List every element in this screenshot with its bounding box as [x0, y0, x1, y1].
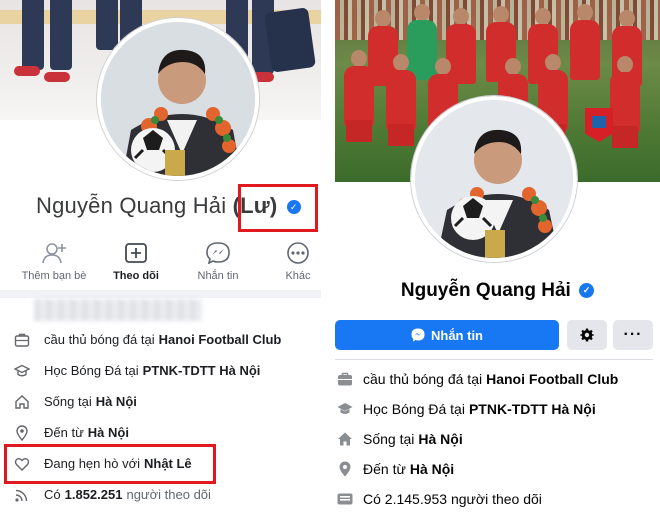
comparison-screenshot: Nguyễn Quang Hải (Lư) ✓ Thêm bạn bè Theo… — [0, 0, 660, 512]
info-row-followers: Có 2.145.953 người theo dõi — [335, 484, 660, 512]
info-row-from: Đến từ Hà Nội — [335, 454, 660, 484]
add-friend-icon — [40, 242, 68, 264]
message-button[interactable]: Nhắn tin — [335, 320, 559, 350]
followers-icon — [337, 491, 353, 507]
current-city-link[interactable]: Hà Nội — [418, 431, 462, 447]
home-icon — [14, 394, 30, 410]
messenger-icon — [411, 328, 425, 342]
work-place-link[interactable]: Hanoi Football Club — [486, 371, 618, 387]
follow-icon — [122, 242, 150, 264]
ellipsis-icon: ··· — [623, 326, 643, 343]
blurred-bio — [34, 299, 202, 321]
school-link[interactable]: PTNK-TDTT Hà Nội — [469, 401, 596, 417]
intro-list: cầu thủ bóng đá tại Hanoi Football Club H… — [335, 364, 660, 512]
message-label: Nhắn tin — [197, 270, 239, 282]
school-link[interactable]: PTNK-TDTT Hà Nội — [143, 363, 261, 378]
location-icon — [14, 425, 30, 441]
add-friend-button[interactable]: Thêm bạn bè — [14, 236, 94, 284]
messenger-icon — [204, 242, 232, 264]
highlight-box-relationship — [4, 444, 216, 484]
briefcase-icon — [337, 371, 353, 387]
section-divider — [335, 359, 653, 360]
gear-icon — [580, 328, 594, 342]
work-place-link[interactable]: Hanoi Football Club — [159, 332, 282, 347]
briefcase-icon — [14, 332, 30, 348]
profile-avatar[interactable] — [411, 96, 577, 262]
more-icon — [284, 242, 312, 264]
location-icon — [337, 461, 353, 477]
graduation-cap-icon — [14, 363, 30, 379]
more-label: Khác — [285, 270, 311, 282]
hometown-link[interactable]: Hà Nội — [88, 425, 129, 440]
info-row-education: Học Bóng Đá tại PTNK-TDTT Hà Nội — [0, 355, 321, 386]
info-row-lives: Sống tại Hà Nội — [0, 386, 321, 417]
verified-badge-icon: ✓ — [579, 283, 595, 299]
info-row-work: cầu thủ bóng đá tại Hanoi Football Club — [335, 364, 660, 394]
profile-name-text: Nguyễn Quang Hải — [400, 280, 571, 301]
profile-name: Nguyễn Quang Hải ✓ — [335, 280, 660, 302]
current-city-link[interactable]: Hà Nội — [96, 394, 137, 409]
message-button-label: Nhắn tin — [431, 327, 483, 343]
panel-divider — [321, 0, 335, 512]
more-button[interactable]: Khác — [258, 236, 321, 284]
message-button[interactable]: Nhắn tin — [178, 236, 258, 284]
profile-avatar[interactable] — [97, 18, 259, 180]
info-row-lives: Sống tại Hà Nội — [335, 424, 660, 454]
add-friend-label: Thêm bạn bè — [21, 270, 87, 282]
hometown-link[interactable]: Hà Nội — [410, 461, 454, 477]
follow-button[interactable]: Theo dõi — [96, 236, 176, 284]
settings-button[interactable] — [567, 320, 607, 350]
follower-count: 1.852.251 — [64, 487, 123, 502]
left-profile-panel: Nguyễn Quang Hải (Lư) ✓ Thêm bạn bè Theo… — [0, 0, 321, 512]
follower-text: Có 2.145.953 người theo dõi — [363, 491, 542, 507]
home-icon — [337, 431, 353, 447]
profile-name-text: Nguyễn Quang Hải — [36, 193, 227, 218]
highlight-box-name-suffix — [238, 184, 318, 232]
graduation-cap-icon — [337, 401, 353, 417]
info-row-education: Học Bóng Đá tại PTNK-TDTT Hà Nội — [335, 394, 660, 424]
info-row-work: cầu thủ bóng đá tại Hanoi Football Club — [0, 324, 321, 355]
profile-buttons: Nhắn tin ··· — [335, 320, 660, 350]
profile-actions: Thêm bạn bè Theo dõi Nhắn tin Khác — [0, 236, 321, 290]
follow-label: Theo dõi — [113, 270, 159, 282]
rss-icon — [14, 487, 30, 503]
section-divider — [0, 290, 321, 298]
right-profile-panel: Nguyễn Quang Hải ✓ Nhắn tin ··· cầu thủ … — [335, 0, 660, 512]
more-options-button[interactable]: ··· — [613, 320, 653, 350]
